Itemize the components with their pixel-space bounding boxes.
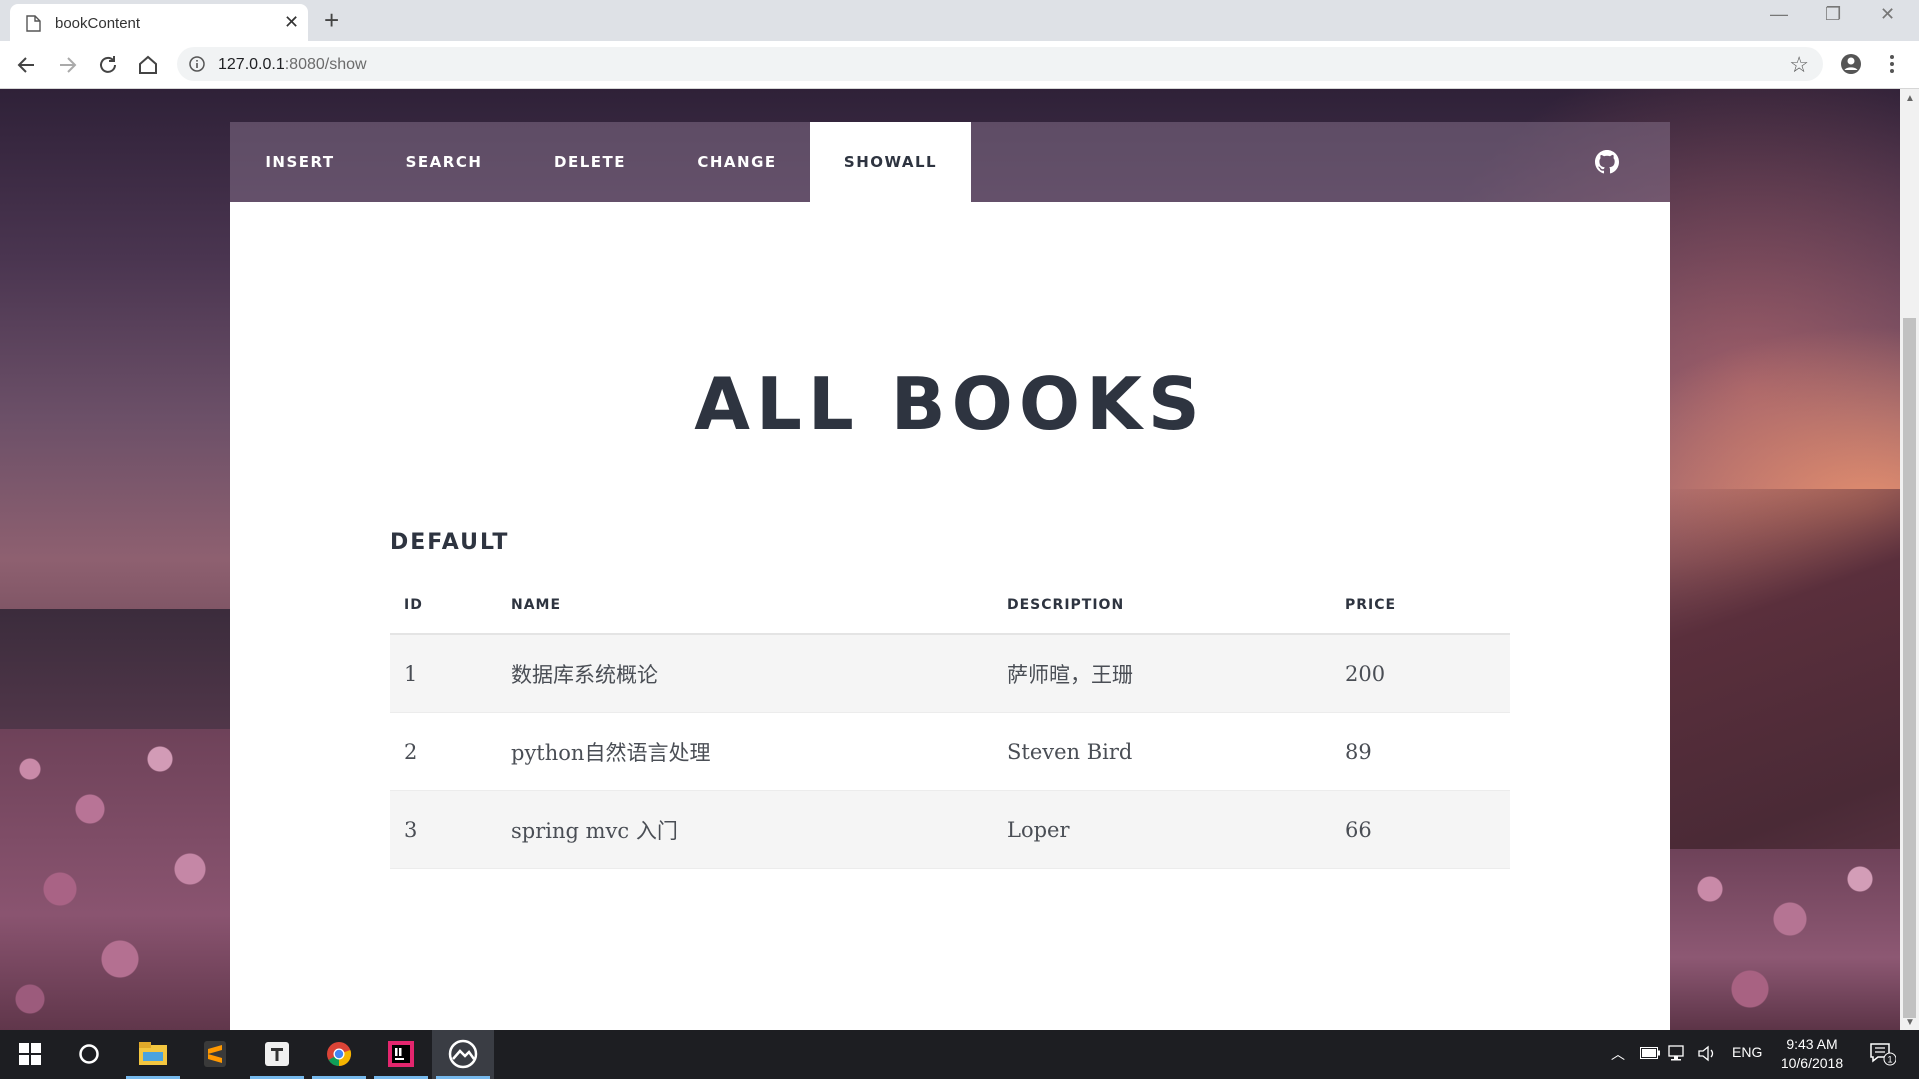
site-nav: INSERT SEARCH DELETE CHANGE SHOWALL <box>230 122 1670 202</box>
browser-tab[interactable]: bookContent ✕ <box>10 4 308 41</box>
sublime-text-icon[interactable] <box>184 1030 246 1079</box>
cell-description: 萨师暄，王珊 <box>993 634 1331 713</box>
books-table: ID NAME DESCRIPTION PRICE 1 数据库系统概论 萨师暄，… <box>390 577 1510 869</box>
scrollbar-thumb[interactable] <box>1903 318 1916 1018</box>
home-icon[interactable] <box>135 52 161 78</box>
notification-count: 1 <box>1887 1055 1892 1065</box>
network-icon[interactable] <box>1668 1045 1688 1062</box>
chrome-icon[interactable] <box>308 1030 370 1079</box>
cell-description: Loper <box>993 790 1331 869</box>
windows-start-icon[interactable] <box>0 1030 62 1079</box>
github-icon[interactable] <box>1595 150 1619 174</box>
url-text[interactable]: 127.0.0.1:8080/show <box>218 56 367 74</box>
cell-id: 3 <box>390 790 497 869</box>
windows-taskbar: ︿ ENG 9:43 AM 10/6/2018 1 <box>0 1030 1919 1079</box>
column-header-id: ID <box>390 577 497 635</box>
nav-delete[interactable]: DELETE <box>518 122 662 202</box>
tab-close-icon[interactable]: ✕ <box>284 13 299 31</box>
nav-showall[interactable]: SHOWALL <box>810 122 971 202</box>
cell-price: 89 <box>1331 712 1510 791</box>
content-card: ALL BOOKS DEFAULT ID NAME DESCRIPTION PR… <box>230 202 1670 1030</box>
table-header-row: ID NAME DESCRIPTION PRICE <box>390 577 1510 635</box>
menu-icon[interactable] <box>1888 53 1896 75</box>
clock-time: 9:43 AM <box>1786 1036 1838 1052</box>
nav-search[interactable]: SEARCH <box>370 122 518 202</box>
account-icon[interactable] <box>1840 53 1862 75</box>
info-icon[interactable] <box>189 56 205 72</box>
cell-price: 66 <box>1331 790 1510 869</box>
cell-name: 数据库系统概论 <box>497 634 993 713</box>
page-title: ALL BOOKS <box>694 362 1206 446</box>
column-header-name: NAME <box>497 577 993 635</box>
section-title: DEFAULT <box>390 530 510 555</box>
language-indicator[interactable]: ENG <box>1732 1044 1762 1060</box>
reload-icon[interactable] <box>95 52 121 78</box>
scroll-up-arrow-icon[interactable]: ▲ <box>1905 93 1915 104</box>
restore-button[interactable]: ❐ <box>1825 4 1841 25</box>
battery-icon[interactable] <box>1640 1047 1660 1059</box>
browser-toolbar: 127.0.0.1:8080/show ☆ <box>0 41 1919 89</box>
action-center-icon[interactable]: 1 <box>1870 1042 1896 1066</box>
typora-icon[interactable] <box>246 1030 308 1079</box>
bookmark-star-icon[interactable]: ☆ <box>1789 52 1809 78</box>
page-viewport: INSERT SEARCH DELETE CHANGE SHOWALL ALL … <box>0 89 1900 1030</box>
column-header-price: PRICE <box>1331 577 1510 635</box>
nav-change[interactable]: CHANGE <box>662 122 812 202</box>
background-blossoms <box>1670 849 1900 1030</box>
intellij-icon[interactable] <box>370 1030 432 1079</box>
cell-price: 200 <box>1331 634 1510 713</box>
clock-date: 10/6/2018 <box>1780 1055 1844 1071</box>
scroll-down-arrow-icon[interactable]: ▼ <box>1905 1017 1915 1028</box>
table-row: 2 python自然语言处理 Steven Bird 89 <box>390 712 1510 791</box>
app-icon[interactable] <box>432 1030 494 1079</box>
forward-icon[interactable] <box>54 52 80 78</box>
show-hidden-icons-chevron-icon[interactable]: ︿ <box>1611 1044 1625 1064</box>
back-icon[interactable] <box>14 52 40 78</box>
table-row: 1 数据库系统概论 萨师暄，王珊 200 <box>390 634 1510 713</box>
clock[interactable]: 9:43 AM 10/6/2018 <box>1770 1035 1854 1073</box>
cell-id: 1 <box>390 634 497 713</box>
file-explorer-icon[interactable] <box>122 1030 184 1079</box>
cell-id: 2 <box>390 712 497 791</box>
cortana-icon[interactable] <box>58 1030 120 1079</box>
page-scrollbar[interactable]: ▲ ▼ <box>1900 89 1919 1030</box>
page-icon <box>26 15 41 32</box>
cell-name: spring mvc 入门 <box>497 790 993 869</box>
cell-name: python自然语言处理 <box>497 712 993 791</box>
tab-title: bookContent <box>55 15 141 32</box>
minimize-button[interactable]: — <box>1770 4 1788 25</box>
address-bar[interactable]: 127.0.0.1:8080/show ☆ <box>177 47 1823 81</box>
table-row: 3 spring mvc 入门 Loper 66 <box>390 790 1510 869</box>
cell-description: Steven Bird <box>993 712 1331 791</box>
new-tab-button[interactable]: + <box>324 6 339 34</box>
nav-insert[interactable]: INSERT <box>230 122 370 202</box>
close-window-button[interactable]: ✕ <box>1880 4 1895 25</box>
browser-tab-strip: bookContent ✕ + — ❐ ✕ <box>0 0 1919 41</box>
column-header-description: DESCRIPTION <box>993 577 1331 635</box>
volume-icon[interactable] <box>1698 1045 1716 1062</box>
background-blossoms <box>0 729 240 1030</box>
